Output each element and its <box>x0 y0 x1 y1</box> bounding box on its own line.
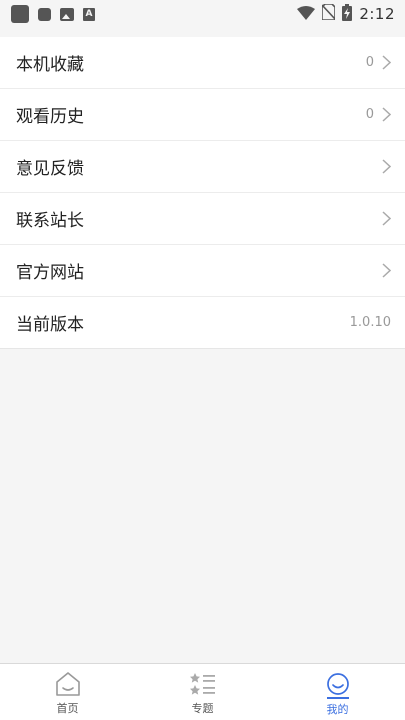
menu-item-right <box>382 263 391 278</box>
menu-item-label: 当前版本 <box>16 315 84 335</box>
menu-item-right: 1.0.10 <box>350 315 391 330</box>
menu-item-right: 0 <box>366 107 391 122</box>
wifi-icon <box>297 5 316 24</box>
version-number: 1.0.10 <box>349 315 391 330</box>
menu-item-feedback[interactable]: 意见反馈 <box>0 141 405 193</box>
menu-item-history[interactable]: 观看历史 0 <box>0 89 405 141</box>
menu-item-right <box>382 211 391 226</box>
menu-item-right <box>382 159 391 174</box>
settings-menu-list: 本机收藏 0 观看历史 0 意见反馈 联系站长 官方网站 当前版本 1.0.10 <box>0 37 405 349</box>
nav-item-home[interactable]: 首页 <box>0 664 135 720</box>
chevron-right-icon <box>382 159 391 174</box>
menu-item-label: 意见反馈 <box>16 159 84 179</box>
menu-item-right: 0 <box>366 55 391 70</box>
nav-label: 专题 <box>191 702 214 715</box>
menu-item-favorites[interactable]: 本机收藏 0 <box>0 37 405 89</box>
status-left: A <box>11 5 95 23</box>
menu-item-version: 当前版本 1.0.10 <box>0 297 405 349</box>
bottom-nav: 首页 专题 我的 <box>0 663 405 720</box>
image-icon <box>60 7 74 21</box>
history-count: 0 <box>365 107 374 122</box>
active-indicator <box>326 697 349 699</box>
menu-item-contact[interactable]: 联系站长 <box>0 193 405 245</box>
nav-item-topics[interactable]: 专题 <box>135 664 270 720</box>
menu-item-label: 观看历史 <box>16 107 84 127</box>
menu-item-website[interactable]: 官方网站 <box>0 245 405 297</box>
chevron-right-icon <box>382 263 391 278</box>
nav-label: 我的 <box>326 703 349 716</box>
chevron-right-icon <box>382 107 391 122</box>
no-sim-icon <box>321 3 337 24</box>
favorites-count: 0 <box>365 55 374 70</box>
home-icon <box>54 670 82 698</box>
menu-item-label: 官方网站 <box>16 263 84 283</box>
menu-item-label: 本机收藏 <box>16 55 84 75</box>
chevron-right-icon <box>382 55 391 70</box>
font-icon: A <box>83 7 95 21</box>
chevron-right-icon <box>382 211 391 226</box>
topics-list-icon <box>189 670 217 698</box>
notification-icon <box>38 7 51 21</box>
nav-label: 首页 <box>56 702 79 715</box>
status-time: 2:12 <box>359 5 395 23</box>
profile-smile-icon <box>324 670 352 698</box>
battery-charging-icon <box>342 3 353 25</box>
status-right: 2:12 <box>297 3 395 25</box>
menu-item-label: 联系站长 <box>16 211 84 231</box>
app-square-icon <box>11 5 29 23</box>
status-bar: A 2:12 <box>0 0 405 28</box>
nav-item-profile[interactable]: 我的 <box>270 664 405 720</box>
